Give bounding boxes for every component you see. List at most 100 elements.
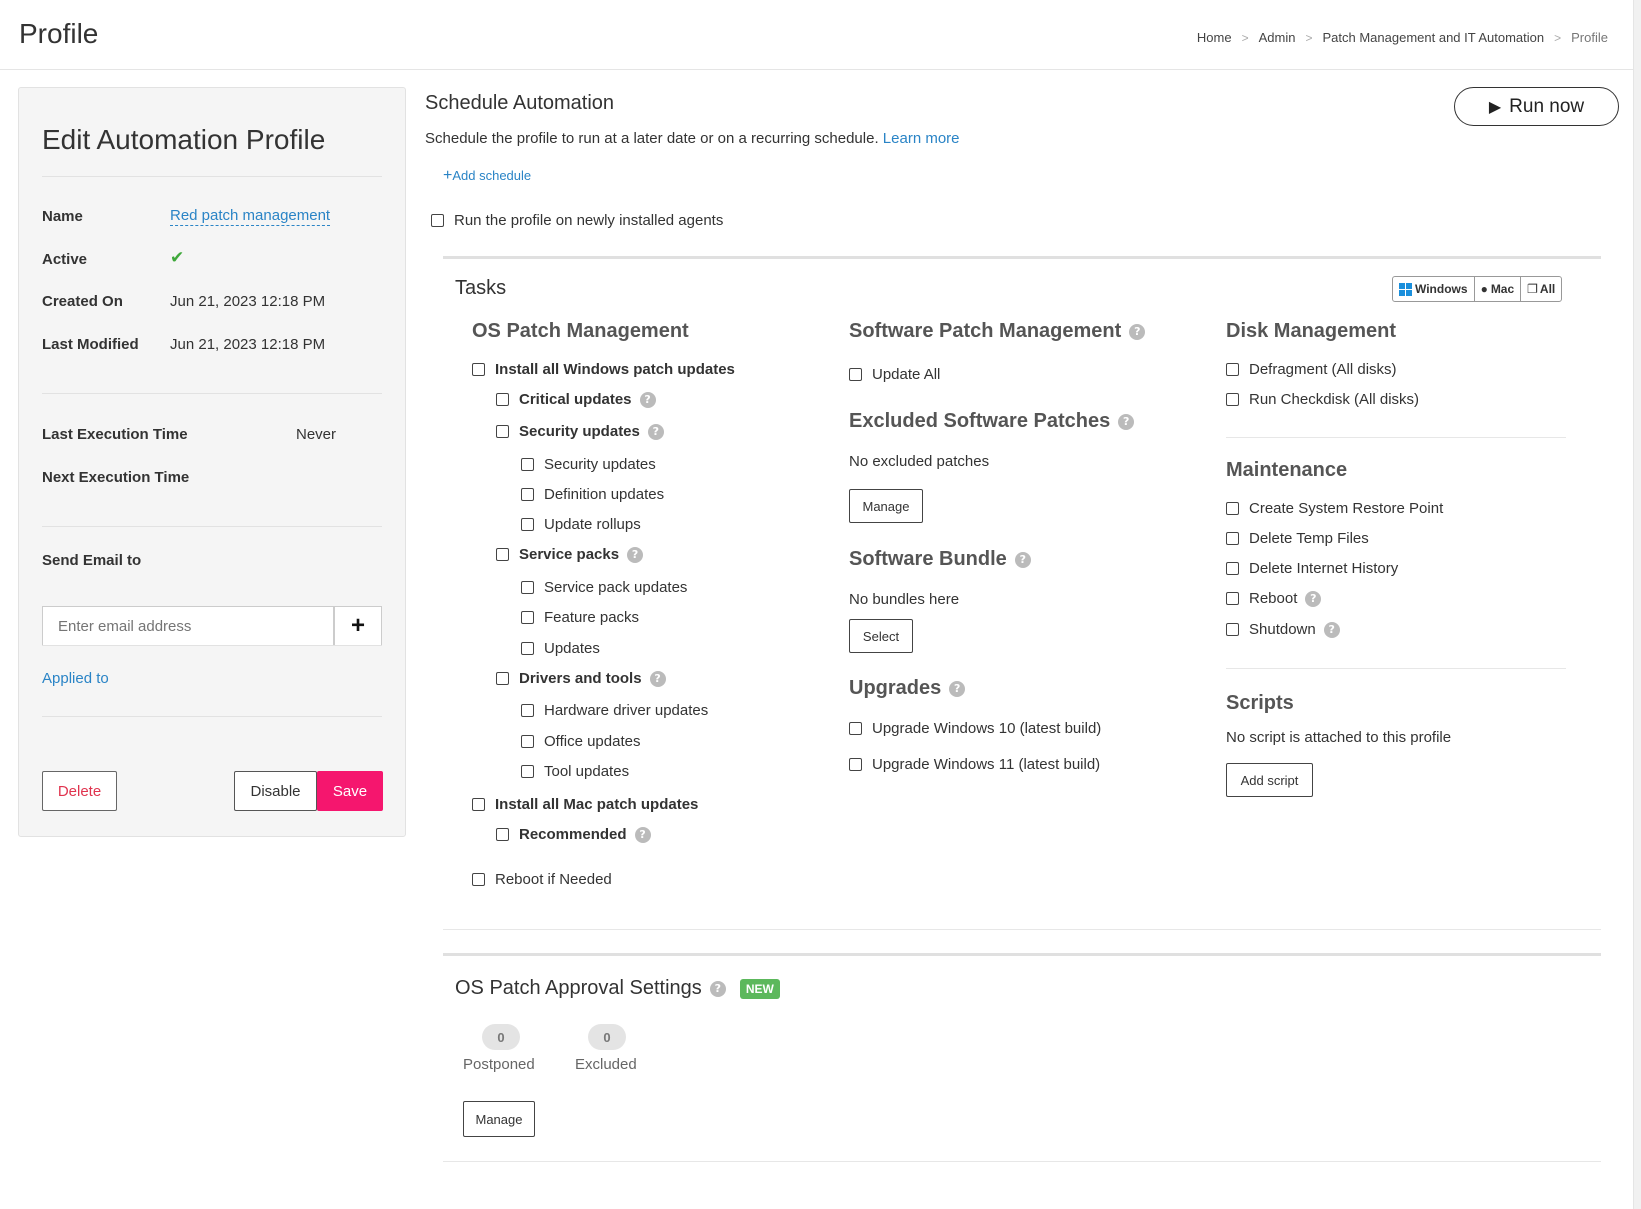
os-filter-mac[interactable]: ● Mac bbox=[1475, 277, 1522, 301]
upgrade-win10-checkbox[interactable] bbox=[849, 722, 862, 735]
help-icon[interactable]: ? bbox=[1305, 590, 1322, 607]
updates-checkbox[interactable] bbox=[521, 642, 534, 655]
help-icon[interactable]: ? bbox=[949, 680, 966, 697]
help-icon[interactable]: ? bbox=[1014, 551, 1031, 568]
divider bbox=[42, 716, 382, 717]
defragment-option[interactable]: Defragment (All disks) bbox=[1226, 361, 1397, 378]
service-pack-updates-option[interactable]: Service pack updates bbox=[521, 579, 687, 596]
applied-to-link[interactable]: Applied to bbox=[42, 670, 109, 687]
run-on-new-agents-checkbox[interactable] bbox=[431, 214, 444, 227]
tool-updates-checkbox[interactable] bbox=[521, 765, 534, 778]
office-updates-checkbox[interactable] bbox=[521, 735, 534, 748]
restore-point-option[interactable]: Create System Restore Point bbox=[1226, 500, 1443, 517]
drivers-tools-checkbox[interactable] bbox=[496, 672, 509, 685]
security-updates-checkbox[interactable] bbox=[496, 425, 509, 438]
delete-button[interactable]: Delete bbox=[42, 771, 117, 811]
install-mac-checkbox[interactable] bbox=[472, 798, 485, 811]
help-icon[interactable]: ? bbox=[639, 391, 656, 408]
help-icon[interactable]: ? bbox=[709, 980, 726, 997]
add-email-button[interactable]: + bbox=[334, 606, 382, 646]
recommended-option[interactable]: Recommended ? bbox=[496, 826, 651, 843]
internet-history-checkbox[interactable] bbox=[1226, 562, 1239, 575]
restore-point-checkbox[interactable] bbox=[1226, 502, 1239, 515]
service-pack-updates-checkbox[interactable] bbox=[521, 581, 534, 594]
run-on-new-agents-option[interactable]: Run the profile on newly installed agent… bbox=[431, 212, 723, 229]
definition-updates-option[interactable]: Definition updates bbox=[521, 486, 664, 503]
security-sub-option[interactable]: Security updates bbox=[521, 456, 656, 473]
os-filter-all[interactable]: ❐ All bbox=[1521, 277, 1561, 301]
reboot-if-needed-option[interactable]: Reboot if Needed bbox=[472, 871, 612, 888]
disable-button[interactable]: Disable bbox=[234, 771, 317, 811]
add-schedule-label[interactable]: Add schedule bbox=[452, 168, 531, 183]
update-rollups-option[interactable]: Update rollups bbox=[521, 516, 641, 533]
install-windows-option[interactable]: Install all Windows patch updates bbox=[472, 361, 735, 378]
temp-files-option[interactable]: Delete Temp Files bbox=[1226, 530, 1369, 547]
reboot-if-needed-checkbox[interactable] bbox=[472, 873, 485, 886]
recommended-label: Recommended bbox=[519, 826, 627, 843]
help-icon[interactable]: ? bbox=[627, 546, 644, 563]
reboot-option[interactable]: Reboot ? bbox=[1226, 590, 1322, 607]
manage-approval-button[interactable]: Manage bbox=[463, 1101, 535, 1137]
definition-updates-checkbox[interactable] bbox=[521, 488, 534, 501]
defragment-checkbox[interactable] bbox=[1226, 363, 1239, 376]
breadcrumb-patch-management[interactable]: Patch Management and IT Automation bbox=[1323, 30, 1545, 45]
tool-updates-option[interactable]: Tool updates bbox=[521, 763, 629, 780]
help-icon[interactable]: ? bbox=[1323, 621, 1340, 638]
help-icon[interactable]: ? bbox=[649, 670, 666, 687]
critical-updates-option[interactable]: Critical updates ? bbox=[496, 391, 656, 408]
save-button[interactable]: Save bbox=[317, 771, 383, 811]
help-icon[interactable]: ? bbox=[1118, 413, 1135, 430]
email-input[interactable] bbox=[42, 606, 334, 646]
drivers-tools-option[interactable]: Drivers and tools ? bbox=[496, 670, 666, 687]
help-icon[interactable]: ? bbox=[1129, 323, 1146, 340]
hardware-driver-option[interactable]: Hardware driver updates bbox=[521, 702, 708, 719]
page-scrollbar[interactable] bbox=[1633, 0, 1641, 1209]
reboot-checkbox[interactable] bbox=[1226, 592, 1239, 605]
install-mac-option[interactable]: Install all Mac patch updates bbox=[472, 796, 698, 813]
select-bundle-button[interactable]: Select bbox=[849, 619, 913, 653]
update-rollups-checkbox[interactable] bbox=[521, 518, 534, 531]
update-all-option[interactable]: Update All bbox=[849, 366, 940, 383]
internet-history-option[interactable]: Delete Internet History bbox=[1226, 560, 1398, 577]
updates-option[interactable]: Updates bbox=[521, 640, 600, 657]
breadcrumb-home[interactable]: Home bbox=[1197, 30, 1232, 45]
help-icon[interactable]: ? bbox=[634, 826, 651, 843]
os-filter-windows[interactable]: Windows bbox=[1393, 277, 1475, 301]
copy-icon: ❐ bbox=[1527, 282, 1538, 296]
update-all-checkbox[interactable] bbox=[849, 368, 862, 381]
security-sub-checkbox[interactable] bbox=[521, 458, 534, 471]
checkdisk-checkbox[interactable] bbox=[1226, 393, 1239, 406]
add-script-button[interactable]: Add script bbox=[1226, 763, 1313, 797]
critical-updates-checkbox[interactable] bbox=[496, 393, 509, 406]
profile-name-link[interactable]: Red patch management bbox=[170, 207, 331, 226]
recommended-checkbox[interactable] bbox=[496, 828, 509, 841]
feature-packs-option[interactable]: Feature packs bbox=[521, 609, 639, 626]
top-bar: Profile Home > Admin > Patch Management … bbox=[0, 0, 1633, 70]
upgrade-win10-option[interactable]: Upgrade Windows 10 (latest build) bbox=[849, 720, 1101, 737]
upgrade-win11-option[interactable]: Upgrade Windows 11 (latest build) bbox=[849, 756, 1100, 773]
service-packs-checkbox[interactable] bbox=[496, 548, 509, 561]
maintenance-heading: Maintenance bbox=[1226, 459, 1348, 481]
install-windows-checkbox[interactable] bbox=[472, 363, 485, 376]
last-execution-label: Last Execution Time bbox=[42, 426, 188, 443]
add-schedule-link[interactable]: +Add schedule bbox=[443, 167, 531, 185]
office-updates-option[interactable]: Office updates bbox=[521, 733, 640, 750]
service-packs-option[interactable]: Service packs ? bbox=[496, 546, 644, 563]
feature-packs-checkbox[interactable] bbox=[521, 611, 534, 624]
manage-excluded-button[interactable]: Manage bbox=[849, 489, 923, 523]
os-filter-all-label: All bbox=[1539, 282, 1556, 296]
help-icon[interactable]: ? bbox=[647, 423, 664, 440]
active-check-icon: ✔ bbox=[170, 248, 185, 267]
security-updates-option[interactable]: Security updates ? bbox=[496, 423, 664, 440]
temp-files-checkbox[interactable] bbox=[1226, 532, 1239, 545]
upgrade-win11-checkbox[interactable] bbox=[849, 758, 862, 771]
profile-name-value[interactable]: Red patch management bbox=[170, 207, 331, 226]
shutdown-checkbox[interactable] bbox=[1226, 623, 1239, 636]
learn-more-link[interactable]: Learn more bbox=[883, 130, 960, 147]
hardware-driver-checkbox[interactable] bbox=[521, 704, 534, 717]
run-now-button[interactable]: ▶ Run now bbox=[1454, 87, 1619, 126]
shutdown-option[interactable]: Shutdown ? bbox=[1226, 621, 1340, 638]
upgrades-heading: Upgrades ? bbox=[849, 677, 966, 700]
checkdisk-option[interactable]: Run Checkdisk (All disks) bbox=[1226, 391, 1419, 408]
breadcrumb-admin[interactable]: Admin bbox=[1259, 30, 1296, 45]
